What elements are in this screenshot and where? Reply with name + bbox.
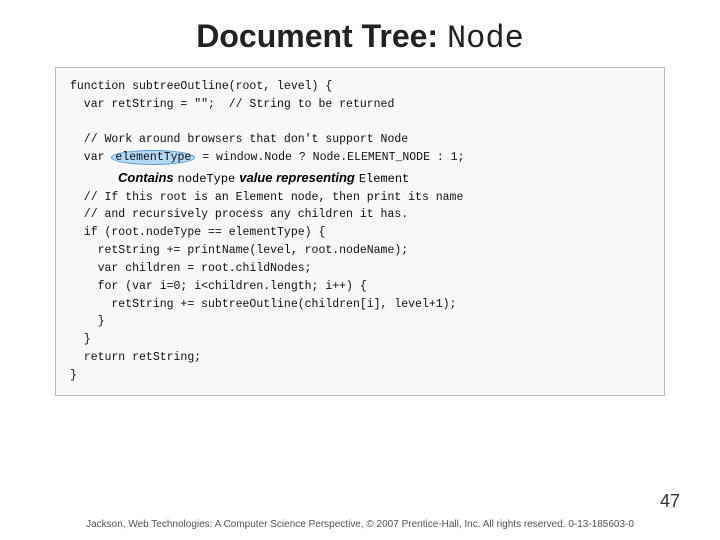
footer-text: Jackson, Web Technologies: A Computer Sc… xyxy=(0,519,720,530)
code-line-12: retString += subtreeOutline(children[i],… xyxy=(70,296,650,314)
callout-value: value representing xyxy=(239,168,355,188)
code-line-2: var retString = ""; // String to be retu… xyxy=(70,96,650,114)
code-line-14: } xyxy=(70,331,650,349)
code-line-9: retString += printName(level, root.nodeN… xyxy=(70,242,650,260)
callout-element: Element xyxy=(359,170,409,189)
code-line-16: } xyxy=(70,367,650,385)
code-box: function subtreeOutline(root, level) { v… xyxy=(55,67,665,396)
code-line-10: var children = root.childNodes; xyxy=(70,260,650,278)
code-line-7: // and recursively process any children … xyxy=(70,206,650,224)
page-number: 47 xyxy=(660,491,680,512)
code-line-5: var elementType = window.Node ? Node.ELE… xyxy=(70,149,650,167)
code-line-6: // If this root is an Element node, then… xyxy=(70,189,650,207)
code-line-3 xyxy=(70,114,650,132)
callout-nodetype: nodeType xyxy=(178,170,236,189)
page-title: Document Tree: Node xyxy=(0,0,720,67)
code-line-13: } xyxy=(70,313,650,331)
code-line-11: for (var i=0; i<children.length; i++) { xyxy=(70,278,650,296)
code-line-15: return retString; xyxy=(70,349,650,367)
callout-contains: Contains xyxy=(118,168,174,188)
title-text: Document Tree: xyxy=(196,18,447,54)
highlighted-elementtype: elementType xyxy=(111,150,195,165)
code-line-1: function subtreeOutline(root, level) { xyxy=(70,78,650,96)
code-line-4: // Work around browsers that don't suppo… xyxy=(70,131,650,149)
code-line-8: if (root.nodeType == elementType) { xyxy=(70,224,650,242)
title-mono: Node xyxy=(447,20,524,57)
callout-annotation: Contains nodeType value representing Ele… xyxy=(118,168,650,189)
